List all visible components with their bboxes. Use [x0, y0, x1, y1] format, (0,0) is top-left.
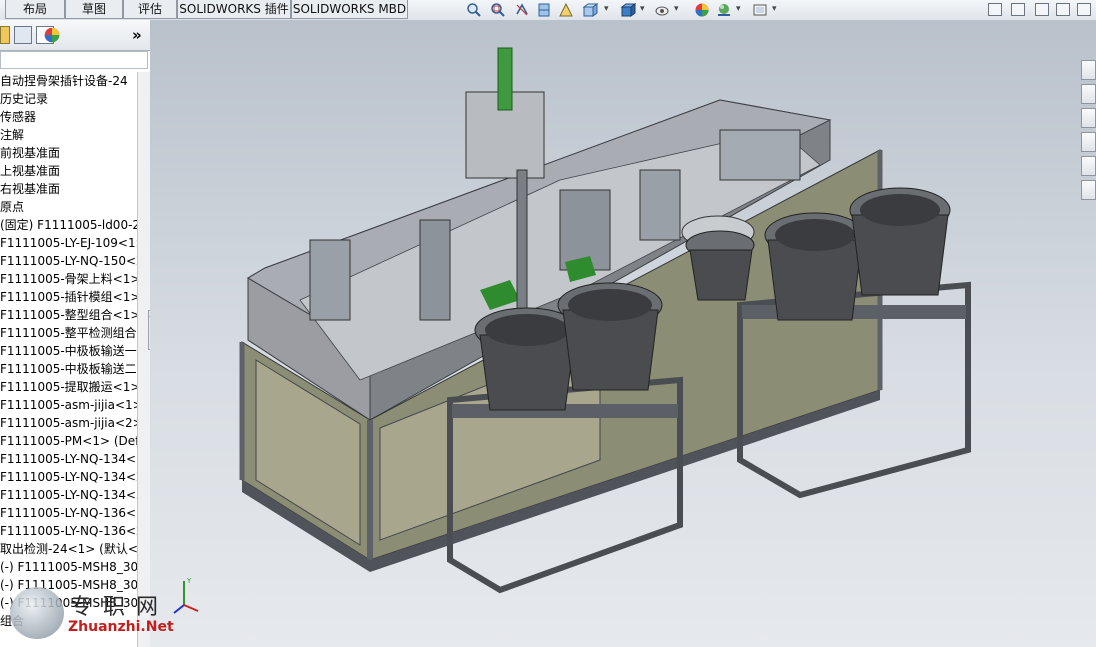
tree-item[interactable]: 原点 — [0, 198, 24, 216]
manager-tabs: » — [0, 20, 150, 51]
custom-properties-icon[interactable] — [1081, 180, 1096, 200]
tree-item[interactable]: 前视基准面 — [0, 144, 60, 162]
tree-item[interactable]: F1111005-LY-EJ-109<1> — [0, 234, 137, 252]
zoom-area-icon[interactable] — [490, 2, 506, 18]
file-explorer-icon[interactable] — [1081, 108, 1096, 128]
tree-item[interactable]: F1111005-LY-NQ-134<1 — [0, 450, 137, 468]
chevron-down-icon[interactable]: ▾ — [604, 4, 609, 14]
tree-item[interactable]: F1111005-LY-NQ-134<2 — [0, 468, 137, 486]
watermark-en-text: Zhuanzhi.Net — [68, 619, 174, 635]
dynamic-annotation-icon[interactable] — [558, 2, 574, 18]
tree-scrollbar[interactable] — [137, 72, 150, 647]
chevron-down-icon[interactable]: ▾ — [772, 4, 777, 14]
design-library-icon[interactable] — [1081, 84, 1096, 104]
feature-tree: 自动捏骨架插针设备-24 历史记录 传感器 注解 前视基准面 上视基准面 右视基准面 原点 (固… — [0, 72, 137, 647]
tree-item[interactable]: F1111005-LY-NQ-150<2 — [0, 252, 137, 270]
assembly-model — [239, 47, 971, 594]
tree-item[interactable]: F1111005-提取搬运<1> ( — [0, 378, 137, 396]
tree-item[interactable]: F1111005-asm-jijia<2> ( — [0, 414, 137, 432]
graphics-area[interactable] — [150, 20, 1096, 647]
command-manager-tabs: 布局 草图 评估 SOLIDWORKS 插件 SOLIDWORKS MBD ▾ … — [0, 0, 1096, 21]
feature-manager-panel: » 自动捏骨架插针设备-24 历史记录 传感器 注解 前视基准面 上视基准面 右视基准面 原点… — [0, 20, 151, 647]
view-settings-icon[interactable] — [752, 2, 768, 18]
hide-show-icon[interactable] — [654, 2, 670, 18]
view-orientation-icon[interactable] — [582, 2, 598, 18]
edit-appearance-icon[interactable] — [694, 2, 710, 18]
view-palette-icon[interactable] — [1081, 132, 1096, 152]
previous-view-icon[interactable] — [514, 2, 530, 18]
tree-item[interactable]: (-) F1111005-MSH8_30< — [0, 558, 137, 576]
tab-sketch[interactable]: 草图 — [65, 0, 123, 19]
tree-item[interactable]: F1111005-PM<1> (Defa — [0, 432, 137, 450]
tree-item[interactable]: F1111005-中极板输送一< — [0, 342, 137, 360]
tab-evaluate[interactable]: 评估 — [123, 0, 177, 19]
task-pane-tabs — [1081, 60, 1096, 208]
property-manager-icon[interactable] — [14, 26, 32, 44]
tree-item[interactable]: 上视基准面 — [0, 162, 60, 180]
tree-item[interactable]: 传感器 — [0, 108, 36, 126]
tree-item[interactable]: F1111005-整平检测组合< — [0, 324, 137, 342]
zoom-to-fit-icon[interactable] — [466, 2, 482, 18]
restore-icon[interactable] — [1056, 3, 1070, 16]
tree-item[interactable]: F1111005-LY-NQ-136<1 — [0, 504, 137, 522]
svg-text:Y: Y — [186, 577, 192, 585]
tree-item[interactable]: F1111005-骨架上料<1> ( — [0, 270, 137, 288]
tab-solidworks-addins[interactable]: SOLIDWORKS 插件 — [177, 0, 291, 19]
tab-layout[interactable]: 布局 — [5, 0, 65, 19]
watermark-logo-icon — [10, 587, 64, 639]
tree-item[interactable]: F1111005-LY-NQ-134<3 — [0, 486, 137, 504]
chevron-down-icon[interactable]: ▾ — [640, 4, 645, 14]
expand-panel-button[interactable]: » — [132, 26, 142, 44]
tree-item[interactable]: F1111005-asm-jijia<1> ( — [0, 396, 137, 414]
tree-filter-input[interactable] — [0, 51, 148, 69]
tree-item[interactable]: 注解 — [0, 126, 24, 144]
tab-solidworks-mbd[interactable]: SOLIDWORKS MBD — [291, 0, 408, 19]
tree-item[interactable]: 右视基准面 — [0, 180, 60, 198]
close-icon[interactable] — [1077, 3, 1091, 16]
section-view-icon[interactable] — [536, 2, 552, 18]
watermark: 专 职 网 Zhuanzhi.Net — [4, 585, 194, 645]
tile-right-icon[interactable] — [1011, 3, 1025, 16]
tree-item[interactable]: F1111005-中极板输送二< — [0, 360, 137, 378]
tree-item[interactable]: (固定) F1111005-ld00-2< — [0, 216, 137, 234]
feature-manager-icon[interactable] — [0, 26, 10, 44]
watermark-cn-text: 专 职 网 — [70, 595, 160, 620]
tree-item[interactable]: 取出检测-24<1> (默认<显 — [0, 540, 137, 558]
display-style-icon[interactable] — [620, 2, 636, 18]
tree-item[interactable]: 自动捏骨架插针设备-24 — [0, 72, 128, 90]
tree-item[interactable]: 历史记录 — [0, 90, 48, 108]
appearance-icon[interactable] — [42, 26, 62, 44]
chevron-down-icon[interactable]: ▾ — [674, 4, 679, 14]
tile-left-icon[interactable] — [988, 3, 1002, 16]
apply-scene-icon[interactable] — [716, 2, 732, 18]
home-icon[interactable] — [1081, 60, 1096, 80]
tree-item[interactable]: F1111005-插针模组<1> ( — [0, 288, 137, 306]
tree-item[interactable]: F1111005-LY-NQ-136<2 — [0, 522, 137, 540]
minimize-icon[interactable] — [1035, 3, 1049, 16]
chevron-down-icon[interactable]: ▾ — [736, 4, 741, 14]
appearance-scenes-icon[interactable] — [1081, 156, 1096, 176]
tree-item[interactable]: F1111005-整型组合<1> ( — [0, 306, 137, 324]
